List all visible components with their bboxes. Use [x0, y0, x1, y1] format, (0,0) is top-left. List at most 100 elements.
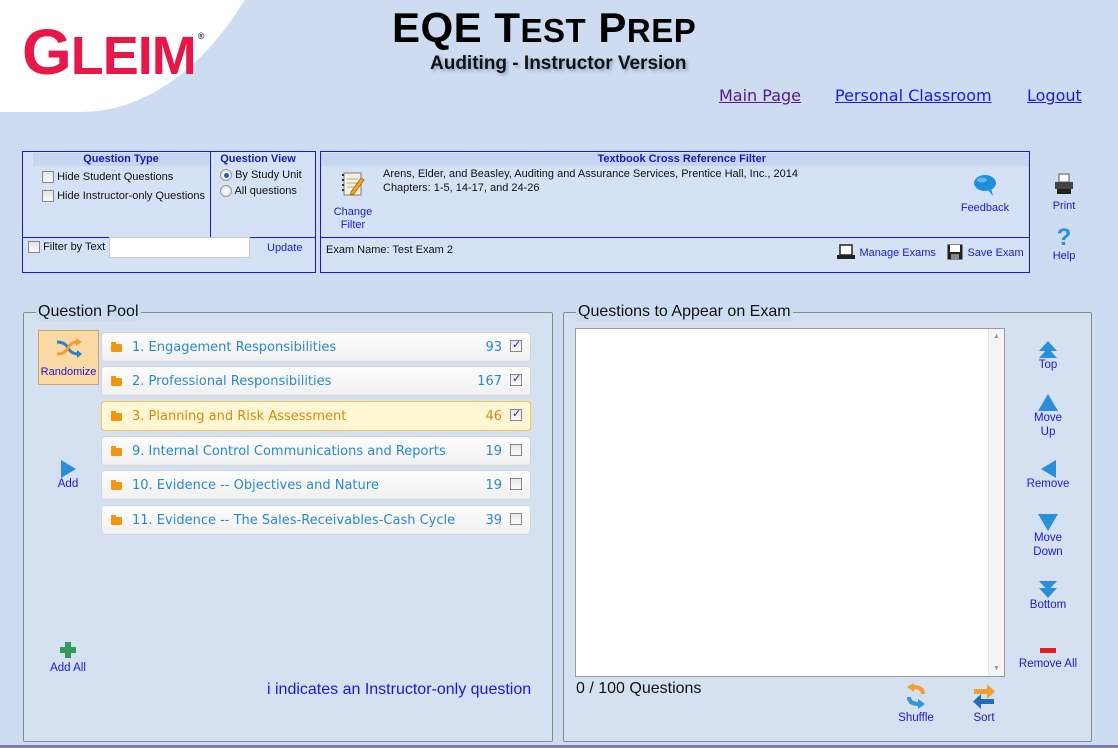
hide-instructor-checkbox[interactable] — [42, 190, 54, 203]
randomize-icon — [56, 338, 82, 358]
shuffle-button[interactable]: Shuffle — [895, 683, 937, 724]
filter-by-text-option[interactable]: Filter by Text — [28, 241, 106, 254]
folder-icon — [111, 515, 122, 525]
play-right-icon — [60, 460, 76, 478]
study-unit-count: 19 — [485, 444, 502, 459]
all-questions-label: All questions — [234, 185, 297, 197]
randomize-button[interactable]: Randomize — [38, 330, 99, 385]
exam-list-scrollbar[interactable]: ▲ ▼ — [988, 329, 1004, 676]
move-down-button[interactable]: Move Down — [1026, 514, 1070, 559]
study-unit-count: 39 — [485, 513, 502, 528]
remove-label: Remove — [1026, 478, 1070, 490]
registered-mark: ® — [197, 31, 205, 41]
hide-student-label: Hide Student Questions — [57, 171, 174, 183]
question-pool-title: Question Pool — [36, 303, 141, 321]
view-by-study-unit[interactable]: By Study Unit — [220, 169, 302, 182]
move-bottom-button[interactable]: Bottom — [1026, 581, 1070, 611]
study-unit-row[interactable]: 9. Internal Control Communications and R… — [101, 436, 531, 466]
study-unit-checkbox[interactable] — [510, 338, 522, 352]
study-unit-row[interactable]: 2. Professional Responsibilities 167 — [101, 366, 531, 396]
question-mark-icon: ? — [1056, 224, 1072, 251]
question-view-heading: Question View — [220, 153, 296, 165]
plus-icon — [60, 642, 76, 658]
nav-personal-classroom[interactable]: Personal Classroom — [835, 86, 992, 105]
study-unit-checkbox[interactable] — [510, 478, 522, 490]
study-unit-checkbox[interactable] — [510, 513, 522, 525]
textbook-reference: Arens, Elder, and Beasley, Auditing and … — [383, 168, 798, 180]
print-label: Print — [1052, 200, 1076, 212]
sort-label: Sort — [973, 712, 995, 724]
help-button[interactable]: ? Help — [1048, 224, 1080, 263]
hide-instructor-label: Hide Instructor-only Questions — [57, 190, 206, 202]
shuffle-icon — [907, 683, 925, 709]
nav-main-page[interactable]: Main Page — [719, 86, 801, 105]
remove-all-button[interactable]: Remove All — [1018, 648, 1078, 670]
bottom-label: Bottom — [1029, 599, 1067, 611]
study-unit-checkbox[interactable] — [510, 444, 522, 456]
gleim-logo: GLEIM ® — [22, 20, 205, 86]
move-down-label-2: Down — [1033, 546, 1063, 558]
down-arrow-icon — [1038, 514, 1058, 531]
study-unit-count: 19 — [485, 478, 502, 493]
exam-questions-title: Questions to Appear on Exam — [576, 303, 793, 321]
folder-icon — [111, 480, 122, 490]
sort-button[interactable]: Sort — [969, 683, 999, 724]
study-unit-count: 46 — [485, 409, 502, 424]
remove-button[interactable]: Remove — [1026, 460, 1070, 490]
by-study-unit-radio[interactable] — [220, 169, 232, 182]
title-word-2-initial: T — [494, 4, 521, 51]
double-down-arrow-icon — [1026, 581, 1070, 599]
study-unit-row[interactable]: 1. Engagement Responsibilities 93 — [101, 332, 531, 362]
scroll-up-arrow-icon[interactable]: ▲ — [989, 333, 1004, 340]
instructor-only-note: i indicates an Instructor-only question — [267, 681, 532, 698]
printer-icon — [1055, 173, 1073, 194]
help-label: Help — [1052, 250, 1076, 262]
divider — [210, 152, 211, 238]
study-unit-name: 1. Engagement Responsibilities — [132, 340, 337, 355]
exam-questions-list[interactable]: ▲ ▼ — [575, 328, 1005, 677]
study-unit-row[interactable]: 10. Evidence -- Objectives and Nature 19 — [101, 470, 531, 500]
minus-icon — [1040, 648, 1056, 653]
textbook-filter-panel: Textbook Cross Reference Filter Change Fi… — [320, 151, 1030, 273]
folder-icon — [111, 411, 122, 421]
feedback-button[interactable]: Feedback — [955, 173, 1015, 214]
app-title: EQE TEST PREP — [392, 4, 696, 52]
scroll-down-arrow-icon[interactable]: ▼ — [989, 665, 1004, 672]
manage-exams-button[interactable]: Manage Exams — [837, 243, 936, 261]
move-up-button[interactable]: Move Up — [1026, 394, 1070, 439]
print-button[interactable]: Print — [1048, 173, 1080, 212]
add-all-button[interactable]: Add All — [44, 641, 92, 674]
question-type-heading: Question Type — [33, 153, 209, 166]
nav-logout[interactable]: Logout — [1027, 86, 1082, 105]
add-button[interactable]: Add — [48, 460, 88, 490]
study-unit-checkbox[interactable] — [510, 372, 522, 386]
study-unit-row-selected[interactable]: 3. Planning and Risk Assessment 46 — [101, 401, 531, 431]
change-filter-button[interactable]: Change Filter — [331, 170, 375, 232]
filter-by-text-checkbox[interactable] — [28, 241, 40, 254]
top-label: Top — [1038, 359, 1058, 371]
study-unit-row[interactable]: 11. Evidence -- The Sales-Receivables-Ca… — [101, 505, 531, 535]
view-all-questions[interactable]: All questions — [220, 185, 297, 198]
folder-icon — [111, 376, 122, 386]
folder-icon — [111, 342, 122, 352]
study-unit-count: 93 — [485, 340, 502, 355]
hide-instructor-questions-option[interactable]: Hide Instructor-only Questions — [42, 190, 206, 203]
exam-question-count: 0 / 100 Questions — [576, 680, 702, 697]
save-exam-button[interactable]: Save Exam — [947, 243, 1024, 261]
add-all-label: Add All — [50, 662, 86, 674]
study-unit-name: 3. Planning and Risk Assessment — [132, 409, 347, 424]
save-exam-label: Save Exam — [967, 247, 1024, 259]
logo-rest: LEIM — [70, 26, 197, 86]
update-button[interactable]: Update — [267, 242, 302, 254]
filter-by-text-label: Filter by Text — [43, 241, 106, 253]
notepad-pencil-icon — [342, 172, 365, 196]
move-top-button[interactable]: Top — [1026, 341, 1070, 371]
play-left-icon — [1040, 460, 1056, 478]
folder-icon — [111, 446, 122, 456]
study-unit-checkbox[interactable] — [510, 407, 522, 421]
filter-text-input[interactable] — [109, 237, 250, 258]
hide-student-questions-option[interactable]: Hide Student Questions — [42, 171, 174, 184]
hide-student-checkbox[interactable] — [42, 171, 54, 184]
all-questions-radio[interactable] — [220, 185, 232, 198]
textbook-filter-heading: Textbook Cross Reference Filter — [321, 153, 1029, 166]
